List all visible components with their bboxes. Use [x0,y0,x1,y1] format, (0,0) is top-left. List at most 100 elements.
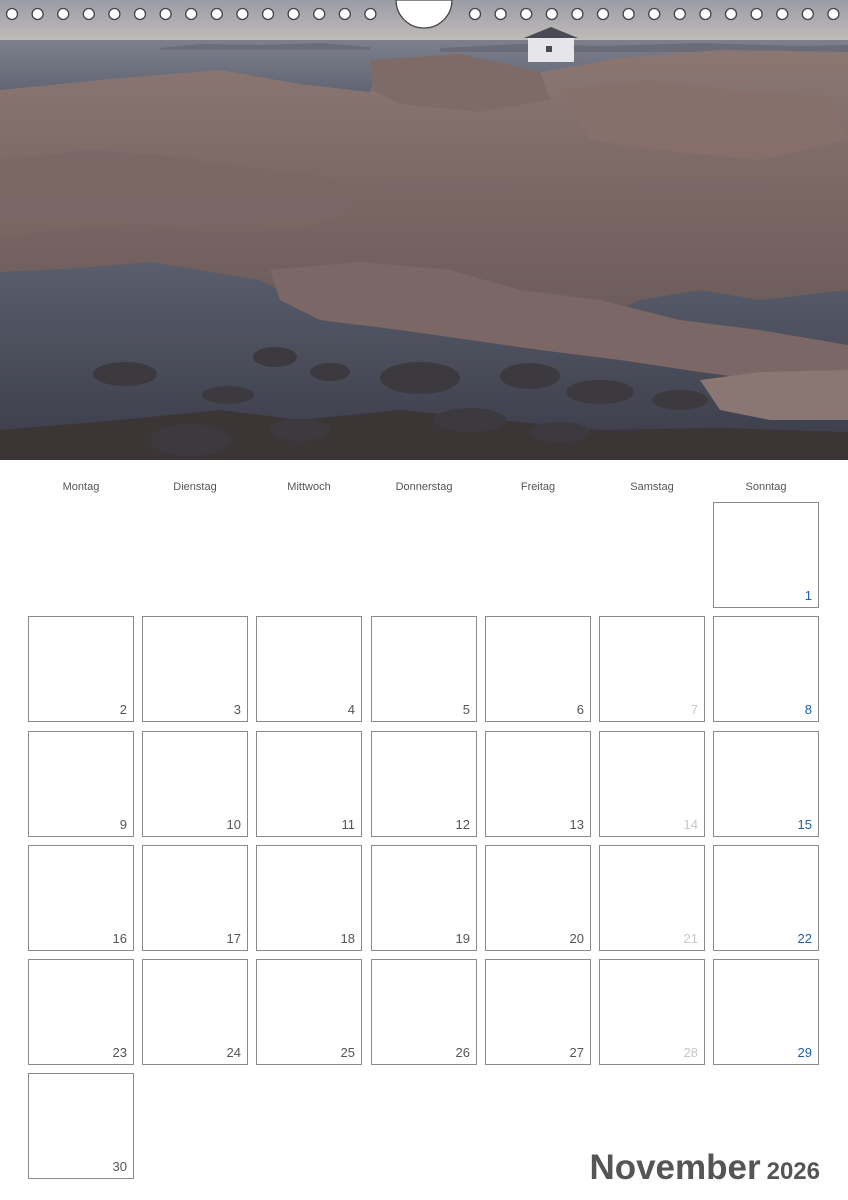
day-number: 21 [683,931,698,946]
day-number: 5 [462,702,470,717]
year-label: 2026 [766,1158,820,1185]
day-cell: 18 [256,845,362,951]
binding-hole [185,7,198,21]
day-number: 24 [226,1045,241,1060]
day-cell: 14 [599,731,705,837]
day-number: 20 [569,931,584,946]
binding-hole [468,7,482,21]
spiral-binding [0,0,848,30]
day-number: 27 [569,1045,584,1060]
binding-hole [622,7,635,21]
day-cell: 19 [371,845,477,951]
day-cell: 10 [142,731,248,837]
binding-hole [776,7,789,21]
binding-hole [699,7,712,21]
day-cell: 13 [485,731,591,837]
binding-hole [287,7,300,21]
day-cell: 3 [142,616,248,722]
day-cell: 8 [713,616,819,722]
day-number: 23 [112,1045,127,1060]
day-cell: 21 [599,845,705,951]
binding-hole [545,7,558,21]
binding-hole [673,7,686,21]
day-number: 16 [112,931,127,946]
weekday-label: Dienstag [173,481,217,493]
binding-hole [520,7,533,21]
day-number: 15 [797,817,812,832]
weekday-label: Donnerstag [395,481,453,493]
day-cell: 23 [28,959,134,1065]
weekday-label: Sonntag [745,481,787,493]
binding-hole [724,7,738,21]
day-cell: 24 [142,959,248,1065]
day-cell: 17 [142,845,248,951]
day-number: 3 [233,702,241,717]
binding-hole [133,7,147,21]
weekday-label: Mittwoch [287,481,331,493]
day-number: 7 [690,702,698,717]
day-cell: 11 [256,731,362,837]
day-number: 13 [569,817,584,832]
binding-hole [827,7,840,21]
binding-hole [82,7,95,21]
binding-hole [364,7,377,21]
day-number: 2 [119,702,127,717]
day-number: 6 [576,702,584,717]
binding-hole [313,7,326,21]
day-cell: 4 [256,616,362,722]
day-cell: 22 [713,845,819,951]
day-cell: 20 [485,845,591,951]
day-cell: 6 [485,616,591,722]
hanger-notch [395,0,453,29]
month-year-title: November 2026 [589,1148,820,1188]
day-number: 14 [683,817,698,832]
day-number: 11 [341,817,356,832]
day-number: 4 [347,702,355,717]
binding-hole [571,7,584,21]
weekday-label: Freitag [520,481,556,493]
binding-hole [648,7,661,21]
binding-hole [494,7,507,21]
day-cell: 27 [485,959,591,1065]
day-number: 28 [683,1045,698,1060]
day-cell: 9 [28,731,134,837]
binding-hole [108,7,121,21]
binding-hole [236,7,249,21]
binding-hole [210,7,223,21]
day-cell: 30 [28,1073,134,1179]
weekday-label: Montag [62,481,100,493]
day-cell: 26 [371,959,477,1065]
binding-hole [750,7,763,21]
day-number: 12 [455,817,470,832]
binding-hole [596,7,610,21]
day-number: 1 [804,588,812,603]
binding-hole [57,7,70,21]
day-cell: 25 [256,959,362,1065]
day-number: 26 [455,1045,470,1060]
day-number: 29 [797,1045,812,1060]
day-number: 17 [226,931,241,946]
binding-hole [801,7,814,21]
day-cell: 28 [599,959,705,1065]
day-cell: 16 [28,845,134,951]
day-number: 18 [340,931,355,946]
day-number: 22 [797,931,812,946]
day-number: 30 [112,1159,127,1174]
binding-hole [338,7,351,21]
coastal-rocks-photo [0,0,848,460]
day-number: 8 [804,702,812,717]
day-number: 19 [455,931,470,946]
header-photo [0,0,848,460]
binding-hole [5,7,19,21]
day-cell: 15 [713,731,819,837]
day-number: 9 [119,817,127,832]
day-cell: 7 [599,616,705,722]
day-cell: 2 [28,616,134,722]
day-cell: 5 [371,616,477,722]
binding-hole [261,7,275,21]
day-cell: 1 [713,502,819,608]
binding-hole [31,7,44,21]
binding-hole [159,7,172,21]
month-name: November [589,1148,761,1187]
day-cell: 29 [713,959,819,1065]
